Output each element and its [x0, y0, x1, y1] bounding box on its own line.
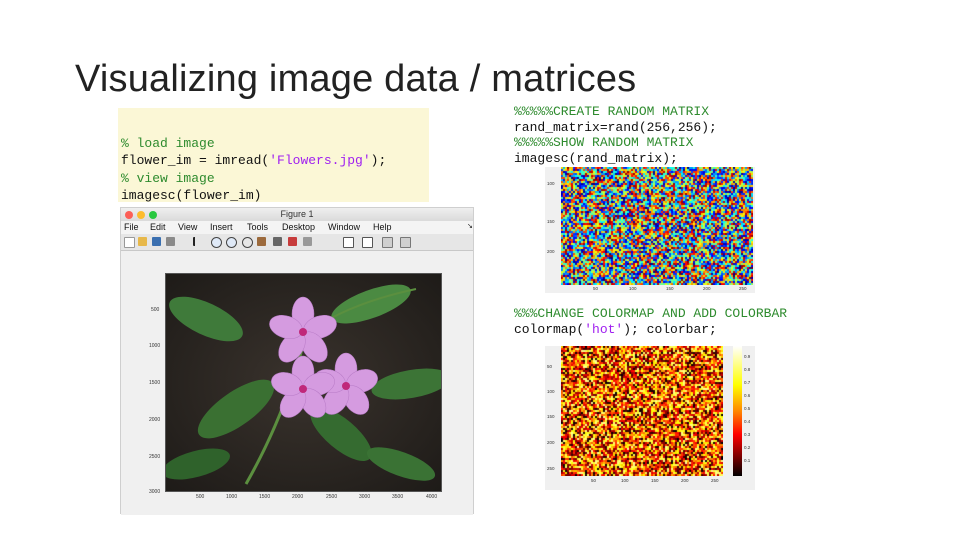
edit-plot-icon[interactable]	[193, 237, 199, 246]
x-tick-label: 150	[651, 478, 659, 483]
colorbar-tick-label: 0.2	[744, 445, 751, 450]
y-tick-label: 2000	[149, 417, 161, 423]
x-tick-label: 50	[591, 478, 597, 483]
open-file-icon[interactable]	[138, 237, 147, 246]
colorbar-tick-label: 0.1	[744, 458, 751, 463]
menu-edit[interactable]: Edit	[150, 222, 166, 232]
new-figure-icon[interactable]	[124, 237, 135, 248]
code-line: imagesc(rand_matrix);	[514, 150, 678, 166]
x-tick-label: 2500	[326, 494, 338, 500]
code-block-load-image: % load image flower_im = imread('Flowers…	[118, 108, 429, 205]
x-tick-label: 250	[739, 286, 747, 291]
random-matrix-image	[561, 167, 753, 285]
y-tick-label: 500	[151, 307, 160, 313]
menu-file[interactable]: File	[124, 222, 139, 232]
brush-icon[interactable]	[288, 237, 297, 246]
y-tick-label: 2500	[149, 454, 161, 460]
colorbar-tick-label: 0.6	[744, 393, 751, 398]
x-tick-label: 250	[711, 478, 719, 483]
code-line-end: );	[370, 153, 387, 168]
menu-window[interactable]: Window	[328, 222, 360, 232]
x-tick-label: 150	[666, 286, 674, 291]
x-tick-label: 100	[629, 286, 637, 291]
figure-title: Figure 1	[280, 209, 314, 219]
y-tick-label: 200	[547, 249, 555, 254]
colorbar-tick-label: 0.9	[744, 354, 751, 359]
y-tick-label: 50	[547, 364, 553, 369]
menu-insert[interactable]: Insert	[210, 222, 233, 232]
colorbar-tick-label: 0.5	[744, 406, 751, 411]
zoom-out-icon[interactable]	[226, 237, 237, 248]
insert-legend-icon[interactable]	[362, 237, 373, 248]
y-tick-label: 200	[547, 440, 555, 445]
code-string: 'hot'	[584, 321, 624, 337]
code-comment: % load image	[121, 135, 215, 151]
colorbar	[733, 346, 742, 476]
link-plot-icon[interactable]	[303, 237, 312, 246]
print-icon[interactable]	[166, 237, 175, 246]
menu-tools[interactable]: Tools	[247, 222, 268, 232]
code-comment: %%%%%SHOW RANDOM MATRIX	[514, 135, 694, 150]
code-line: flower_im = imread(	[121, 153, 270, 168]
random-matrix-hot-plot: 50 100 150 200 250 50 100 150 200 250 0.…	[545, 346, 755, 490]
menu-help[interactable]: Help	[373, 222, 392, 232]
colorbar-tick-label: 0.4	[744, 419, 751, 424]
show-plot-tools-icon[interactable]	[400, 237, 411, 248]
x-tick-label: 2000	[292, 494, 304, 500]
x-tick-label: 200	[681, 478, 689, 483]
data-cursor-icon[interactable]	[273, 237, 282, 246]
save-icon[interactable]	[152, 237, 161, 246]
figure-toolbar	[121, 234, 473, 251]
y-tick-label: 1000	[149, 343, 161, 349]
matlab-figure-window: Figure 1 File Edit View Insert Tools Des…	[120, 207, 474, 515]
y-tick-label: 150	[547, 414, 555, 419]
code-block-colormap: %%%CHANGE COLORMAP AND ADD COLORBAR colo…	[514, 306, 787, 337]
random-matrix-plot: 100 150 200 50 100 150 200 250	[545, 167, 755, 293]
hide-plot-tools-icon[interactable]	[382, 237, 393, 248]
y-tick-label: 1500	[149, 380, 161, 386]
x-tick-label: 50	[593, 286, 599, 291]
code-line: colormap(	[514, 321, 585, 337]
figure-canvas: 500 1000 1500 2000 2500 3000 500 1000 15…	[121, 251, 473, 515]
x-tick-label: 200	[703, 286, 711, 291]
code-comment: %%%CHANGE COLORMAP AND ADD COLORBAR	[514, 306, 788, 321]
figure-menubar: File Edit View Insert Tools Desktop Wind…	[121, 221, 473, 234]
x-tick-label: 1000	[226, 494, 238, 500]
figure-titlebar: Figure 1	[121, 208, 473, 221]
colorbar-tick-label: 0.7	[744, 380, 751, 385]
code-line-end: ); colorbar;	[623, 321, 717, 337]
insert-colorbar-icon[interactable]	[343, 237, 354, 248]
pan-icon[interactable]	[242, 237, 253, 248]
x-tick-label: 3500	[392, 494, 404, 500]
code-block-random-matrix: %%%%%CREATE RANDOM MATRIX rand_matrix=ra…	[514, 104, 717, 166]
flower-photo-graphic	[166, 274, 441, 491]
y-tick-label: 100	[547, 389, 555, 394]
y-tick-label: 250	[547, 466, 555, 471]
menu-view[interactable]: View	[178, 222, 197, 232]
zoom-in-icon[interactable]	[211, 237, 222, 248]
code-line: imagesc(flower_im)	[121, 188, 262, 203]
y-tick-label: 3000	[149, 489, 161, 495]
x-tick-label: 4000	[426, 494, 438, 500]
x-tick-label: 3000	[359, 494, 371, 500]
code-line: rand_matrix=rand(256,256);	[514, 119, 717, 135]
code-lines: % load image flower_im = imread('Flowers…	[121, 117, 386, 205]
x-tick-label: 1500	[259, 494, 271, 500]
code-comment: % view image	[121, 170, 215, 186]
colorbar-tick-label: 0.3	[744, 432, 751, 437]
slide-title: Visualizing image data / matrices	[75, 58, 637, 100]
menu-desktop[interactable]: Desktop	[282, 222, 315, 232]
x-tick-label: 100	[621, 478, 629, 483]
rotate-3d-icon[interactable]	[257, 237, 266, 246]
x-tick-label: 500	[196, 494, 205, 500]
colorbar-tick-label: 0.8	[744, 367, 751, 372]
expand-icon[interactable]: ↘	[467, 222, 473, 230]
code-comment: %%%%%CREATE RANDOM MATRIX	[514, 104, 710, 119]
random-matrix-hot-image	[561, 346, 723, 476]
y-tick-label: 150	[547, 219, 555, 224]
flower-image	[165, 273, 442, 492]
y-tick-label: 100	[547, 181, 555, 186]
code-string: 'Flowers.jpg'	[269, 153, 371, 168]
